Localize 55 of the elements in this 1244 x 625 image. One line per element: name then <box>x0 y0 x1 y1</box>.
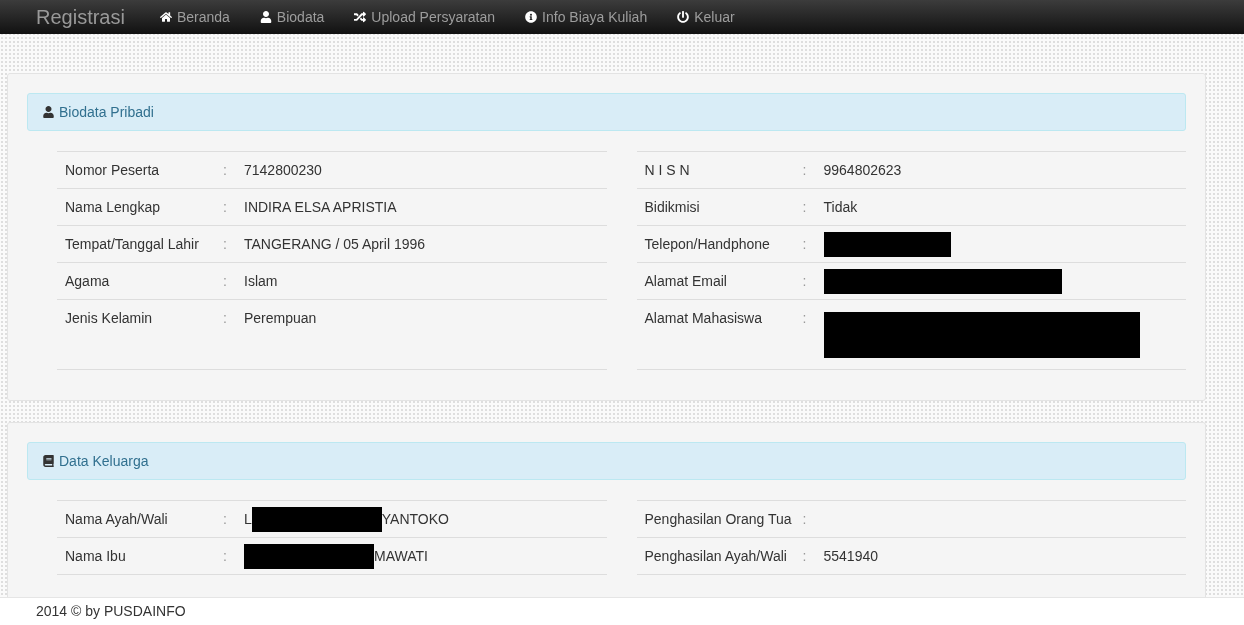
field-label: Tempat/Tanggal Lahir <box>64 234 200 254</box>
footer-text: 2014 © by PUSDAINFO <box>36 602 186 621</box>
colon: : <box>223 235 227 252</box>
field-label: Bidikmisi <box>643 197 701 217</box>
colon: : <box>802 310 807 326</box>
home-icon <box>159 11 172 23</box>
nav-link[interactable]: Upload Persyaratan <box>354 6 496 28</box>
nav-link[interactable]: Beranda <box>159 6 230 28</box>
field-value: Islam <box>244 271 278 291</box>
colon: : <box>223 198 227 215</box>
field-label: N I S N <box>643 160 691 180</box>
field-label: Penghasilan Orang Tua <box>643 509 793 529</box>
panel-title: Biodata Pribadi <box>59 102 154 122</box>
colon: : <box>802 235 807 252</box>
field-value: YANTOKO <box>381 509 449 529</box>
info-icon <box>525 11 538 23</box>
nav-link[interactable]: Info Biaya Kuliah <box>525 6 648 28</box>
field-label: Nomor Peserta <box>64 160 161 180</box>
colon: : <box>802 510 807 527</box>
field-label: Jenis Kelamin <box>64 308 154 328</box>
colon: : <box>223 547 227 564</box>
nav-link[interactable]: Biodata <box>259 6 325 28</box>
book-icon <box>43 455 54 467</box>
field-label: Alamat Email <box>643 271 728 291</box>
colon: : <box>802 272 807 289</box>
panel-title: Data Keluarga <box>59 451 149 471</box>
field-label: Alamat Mahasiswa <box>643 309 763 328</box>
shuffle-icon <box>354 11 367 23</box>
colon: : <box>223 510 227 527</box>
field-label: Agama <box>64 271 111 291</box>
colon: : <box>223 161 227 178</box>
field-value: Tidak <box>823 197 858 217</box>
field-value: MAWATI <box>374 546 428 566</box>
field-value: TANGERANG / 05 April 1996 <box>244 234 426 254</box>
colon: : <box>802 198 807 215</box>
field-value: 9964802623 <box>823 160 902 180</box>
field-label: Telepon/Handphone <box>643 234 771 254</box>
colon: : <box>223 309 227 326</box>
field-value: Perempuan <box>244 308 317 328</box>
user-icon <box>43 106 54 118</box>
field-value: 7142800230 <box>244 160 322 180</box>
power-icon <box>677 11 690 23</box>
field-value: L <box>244 509 252 529</box>
field-label: Nama Lengkap <box>64 197 161 217</box>
field-value: INDIRA ELSA APRISTIA <box>244 197 397 217</box>
colon: : <box>802 161 807 178</box>
field-value: 5541940 <box>823 546 878 566</box>
user-icon <box>259 11 272 23</box>
colon: : <box>223 272 227 289</box>
nav-link[interactable]: Keluar <box>677 6 735 28</box>
field-label: Nama Ibu <box>64 546 127 566</box>
brand[interactable]: Registrasi <box>36 2 125 32</box>
colon: : <box>802 547 807 564</box>
field-label: Nama Ayah/Wali <box>64 509 169 529</box>
field-label: Penghasilan Ayah/Wali <box>643 546 788 566</box>
